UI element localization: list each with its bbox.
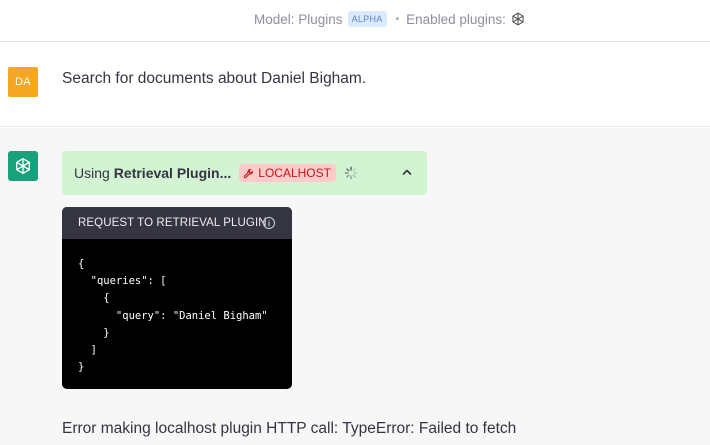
- code-line: {: [78, 258, 85, 270]
- user-message-text: Search for documents about Daniel Bigham…: [62, 70, 367, 87]
- plugin-status-toggle[interactable]: Using Retrieval Plugin... LOCALHOST: [62, 151, 427, 195]
- localhost-badge: LOCALHOST: [239, 164, 336, 182]
- user-avatar: DA: [8, 67, 38, 97]
- enabled-plugins-label: Enabled plugins:: [406, 11, 506, 27]
- loading-spinner-icon: [344, 166, 358, 180]
- code-line: }: [78, 361, 85, 374]
- separator-dot: •: [395, 13, 400, 25]
- model-info: Model: Plugins ALPHA • Enabled plugins:: [254, 10, 526, 28]
- chevron-up-icon[interactable]: [401, 166, 413, 178]
- error-message: Error making localhost plugin HTTP call:…: [62, 420, 517, 437]
- user-message-row: DA Search for documents about Daniel Big…: [0, 42, 710, 127]
- assistant-message-row: Using Retrieval Plugin... LOCALHOST REQU…: [0, 128, 710, 445]
- code-line: }: [78, 326, 110, 339]
- request-panel: REQUEST TO RETRIEVAL PLUGIN { "queries":…: [62, 207, 292, 389]
- request-panel-header: REQUEST TO RETRIEVAL PLUGIN: [62, 207, 292, 239]
- plugin-name: Retrieval Plugin...: [113, 165, 232, 181]
- openai-logo-icon: [8, 151, 38, 181]
- model-header-bar: Model: Plugins ALPHA • Enabled plugins:: [0, 0, 710, 42]
- request-code-block: { "queries": [ { "query": "Daniel Bigham…: [62, 239, 292, 376]
- wrench-icon: [244, 168, 254, 178]
- alpha-badge: ALPHA: [347, 11, 387, 27]
- localhost-badge-label: LOCALHOST: [258, 166, 331, 180]
- code-line: "query": "Daniel Bigham": [78, 309, 268, 322]
- plugin-status-prefix: Using: [74, 165, 110, 181]
- openai-logo-icon[interactable]: [510, 11, 526, 27]
- code-line: "queries": [: [78, 275, 167, 288]
- code-line: ]: [78, 344, 97, 357]
- code-line: {: [78, 292, 110, 305]
- request-panel-title: REQUEST TO RETRIEVAL PLUGIN: [78, 217, 267, 229]
- model-label: Model: Plugins: [254, 11, 343, 27]
- info-icon[interactable]: [262, 216, 276, 230]
